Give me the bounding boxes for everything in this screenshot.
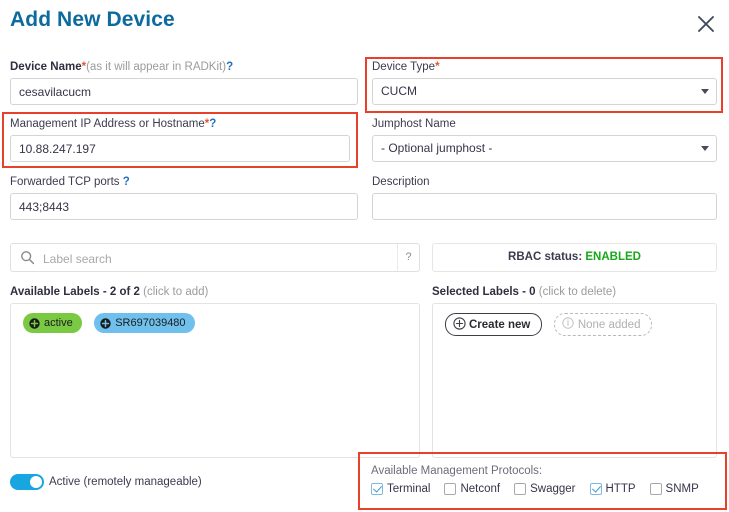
label-search-help-icon[interactable]: ? bbox=[397, 244, 419, 271]
device-type-label-text: Device Type bbox=[372, 61, 436, 73]
list-item-label: SR697039480 bbox=[115, 317, 186, 329]
selected-labels-chip-row: Create new None added bbox=[433, 304, 716, 336]
management-protocols-list: Terminal Netconf Swagger HTTP SNMP bbox=[371, 483, 699, 495]
selected-labels-hint: (click to delete) bbox=[535, 286, 617, 298]
forwarded-ports-help-icon[interactable]: ? bbox=[123, 176, 130, 188]
device-name-input[interactable] bbox=[10, 78, 358, 105]
description-label-text: Description bbox=[372, 176, 430, 188]
forwarded-ports-label-text: Forwarded TCP ports bbox=[10, 176, 120, 188]
plus-circle-icon bbox=[29, 317, 40, 329]
protocol-checkbox-http[interactable]: HTTP bbox=[589, 483, 636, 495]
checkbox-icon[interactable] bbox=[444, 483, 457, 495]
available-labels-panel: active SR697039480 bbox=[10, 303, 420, 458]
protocol-label: Netconf bbox=[460, 483, 501, 495]
active-toggle-row: Active (remotely manageable) bbox=[10, 474, 202, 490]
protocol-checkbox-terminal[interactable]: Terminal bbox=[371, 483, 430, 495]
jumphost-select-wrapper: - Optional jumphost - bbox=[372, 135, 717, 162]
checkbox-icon[interactable] bbox=[649, 483, 662, 495]
management-ip-help-icon[interactable]: ? bbox=[209, 118, 216, 130]
plus-circle-icon bbox=[453, 316, 466, 333]
description-label: Description bbox=[372, 175, 717, 189]
available-labels-heading-text: Available Labels - bbox=[10, 286, 110, 298]
device-type-required-mark: * bbox=[435, 61, 440, 73]
forwarded-ports-label: Forwarded TCP ports ? bbox=[10, 175, 358, 189]
checkbox-icon[interactable] bbox=[371, 483, 383, 495]
description-field-group: Description bbox=[372, 175, 717, 220]
management-ip-label: Management IP Address or Hostname*? bbox=[10, 117, 350, 131]
device-name-label-text: Device Name bbox=[10, 61, 82, 73]
active-toggle[interactable] bbox=[10, 474, 44, 490]
list-item-label: active bbox=[44, 317, 73, 329]
selected-labels-panel: Create new None added bbox=[432, 303, 717, 458]
management-ip-input[interactable] bbox=[10, 135, 350, 162]
protocol-label: SNMP bbox=[665, 483, 699, 495]
selected-labels-heading: Selected Labels - 0 (click to delete) bbox=[432, 285, 616, 299]
label-search-input[interactable] bbox=[41, 244, 400, 273]
device-type-select-wrapper: CUCM bbox=[372, 78, 717, 105]
rbac-status-value: ENABLED bbox=[585, 251, 641, 263]
search-icon bbox=[20, 250, 35, 265]
available-labels-heading: Available Labels - 2 of 2 (click to add) bbox=[10, 285, 208, 299]
device-name-label: Device Name*(as it will appear in RADKit… bbox=[10, 60, 358, 74]
protocol-label: Swagger bbox=[530, 483, 576, 495]
available-labels-count: 2 of 2 bbox=[109, 286, 140, 298]
jumphost-label-text: Jumphost Name bbox=[372, 118, 456, 130]
available-labels-hint: (click to add) bbox=[139, 286, 209, 298]
device-type-select[interactable]: CUCM bbox=[372, 78, 717, 105]
rbac-status-badge: RBAC status: ENABLED bbox=[432, 243, 717, 272]
none-added-placeholder: None added bbox=[553, 313, 653, 336]
jumphost-field-group: Jumphost Name - Optional jumphost - bbox=[372, 117, 717, 162]
list-item[interactable]: active bbox=[23, 313, 82, 333]
annotation-box-management-protocols bbox=[358, 452, 727, 510]
management-ip-field-group: Management IP Address or Hostname*? bbox=[10, 117, 350, 162]
device-type-field-group: Device Type* CUCM bbox=[372, 60, 717, 105]
description-input[interactable] bbox=[372, 193, 717, 220]
device-type-label: Device Type* bbox=[372, 60, 717, 74]
checkbox-icon[interactable] bbox=[514, 483, 527, 495]
list-item[interactable]: SR697039480 bbox=[94, 313, 195, 333]
plus-circle-icon bbox=[100, 317, 111, 329]
device-name-help-icon[interactable]: ? bbox=[226, 61, 233, 73]
device-name-field-group: Device Name*(as it will appear in RADKit… bbox=[10, 60, 358, 105]
close-icon[interactable] bbox=[693, 11, 719, 37]
forwarded-ports-field-group: Forwarded TCP ports ? bbox=[10, 175, 358, 220]
protocol-label: HTTP bbox=[605, 483, 636, 495]
create-new-label-text: Create new bbox=[469, 318, 531, 331]
label-search-bar: ? bbox=[10, 243, 420, 273]
close-icon-glyph bbox=[698, 16, 714, 32]
device-name-label-hint: (as it will appear in RADKit) bbox=[86, 61, 227, 73]
rbac-status-label: RBAC status: bbox=[508, 251, 583, 263]
none-added-text: None added bbox=[577, 318, 641, 331]
management-ip-label-text: Management IP Address or Hostname bbox=[10, 118, 205, 130]
page-title: Add New Device bbox=[10, 8, 175, 31]
protocol-checkbox-netconf[interactable]: Netconf bbox=[444, 483, 500, 495]
info-circle-icon bbox=[562, 317, 574, 332]
jumphost-label: Jumphost Name bbox=[372, 117, 717, 131]
protocol-checkbox-snmp[interactable]: SNMP bbox=[649, 483, 699, 495]
active-toggle-label: Active (remotely manageable) bbox=[49, 476, 202, 488]
create-new-label-button[interactable]: Create new bbox=[445, 313, 543, 336]
selected-labels-heading-text: Selected Labels - bbox=[432, 286, 530, 298]
protocol-checkbox-swagger[interactable]: Swagger bbox=[514, 483, 576, 495]
forwarded-ports-input[interactable] bbox=[10, 193, 358, 220]
active-toggle-knob bbox=[29, 475, 43, 489]
jumphost-select[interactable]: - Optional jumphost - bbox=[372, 135, 717, 162]
checkbox-icon[interactable] bbox=[589, 483, 602, 495]
protocol-label: Terminal bbox=[387, 483, 431, 495]
management-protocols-title: Available Management Protocols: bbox=[371, 465, 543, 477]
available-labels-chip-row: active SR697039480 bbox=[11, 304, 419, 333]
